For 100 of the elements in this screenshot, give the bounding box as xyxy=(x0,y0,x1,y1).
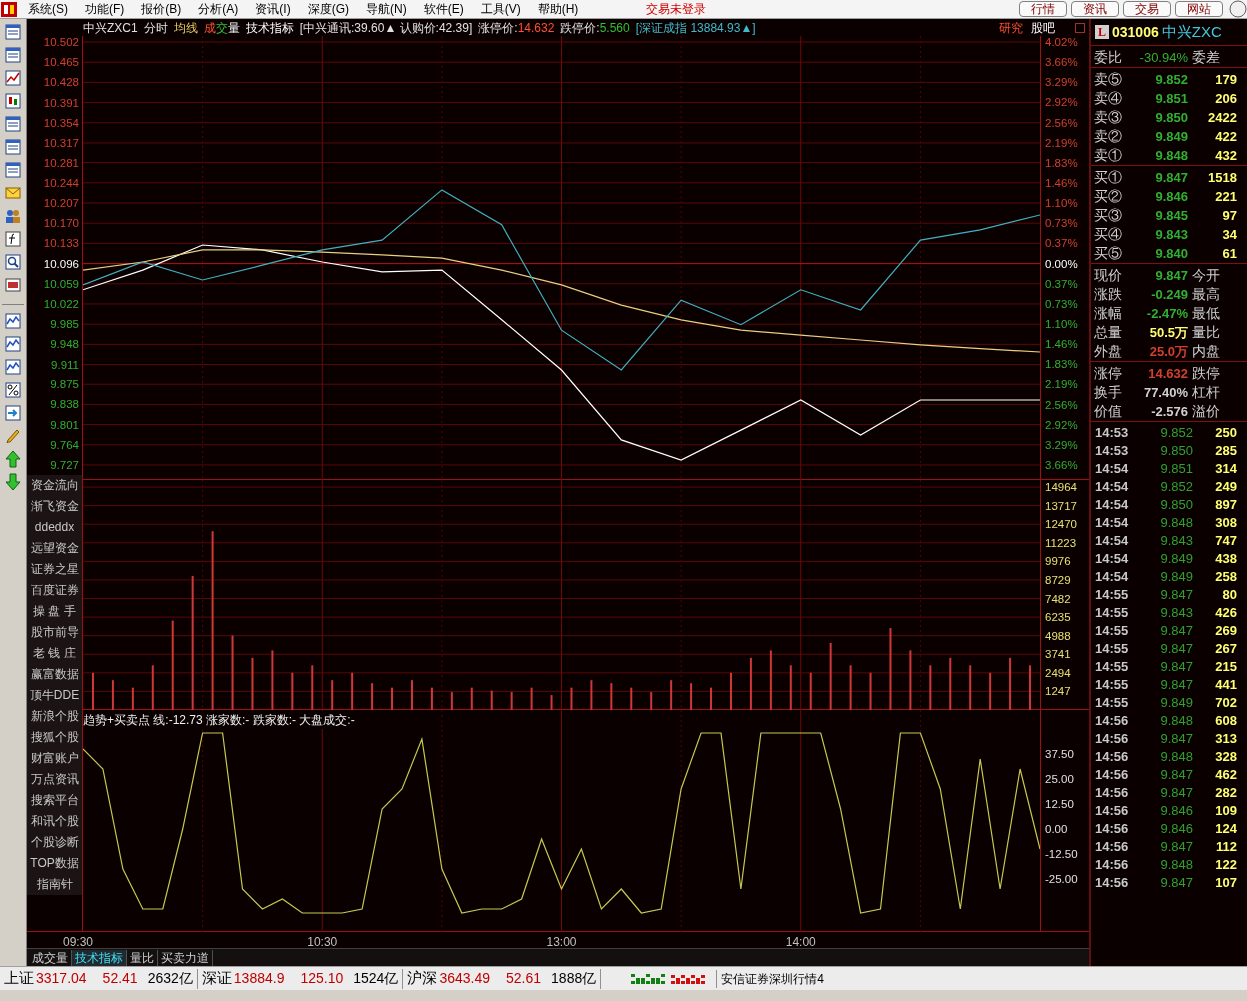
volume-label: 9976 xyxy=(1045,555,1071,568)
tick-volume: 747 xyxy=(1214,532,1237,550)
tick-time: 14:56 xyxy=(1095,820,1130,838)
tick-price: 9.843 xyxy=(1159,604,1193,622)
header-text: 分时 xyxy=(143,19,168,37)
quote-volume: 1518 xyxy=(1207,168,1237,187)
time-label: 13:00 xyxy=(546,934,577,951)
percent-label: 1.83% xyxy=(1045,358,1078,371)
tick-price: 9.847 xyxy=(1159,658,1193,676)
server-name: 安信证券深圳行情4 xyxy=(716,969,824,988)
quote-label: 买④ xyxy=(1094,225,1123,244)
tick-volume: 215 xyxy=(1214,658,1237,676)
quote-volume: 179 xyxy=(1214,70,1237,89)
index-change: 52.61 xyxy=(506,969,542,988)
quote-value: 9.843 xyxy=(1154,225,1188,244)
header-text: 交 xyxy=(215,19,228,37)
price-label: 9.985 xyxy=(50,318,79,331)
header-text: 成 xyxy=(203,19,216,37)
tick-volume: 109 xyxy=(1214,802,1237,820)
index-amount: 1524亿 xyxy=(353,969,399,988)
quote-value: 9.849 xyxy=(1154,127,1188,146)
quote-label: 卖① xyxy=(1094,146,1123,165)
tick-price: 9.848 xyxy=(1159,856,1193,874)
quote-value: 9.848 xyxy=(1154,146,1188,165)
quote-label: 价值 xyxy=(1094,402,1123,421)
time-label: 10:30 xyxy=(307,934,338,951)
tick-price: 9.846 xyxy=(1159,820,1193,838)
quote-label: 量比 xyxy=(1191,323,1221,342)
login-status: 交易未登录 xyxy=(646,1,707,18)
price-label: 10.281 xyxy=(43,156,79,169)
quote-label: 今开 xyxy=(1191,266,1221,285)
axis-label: 37.50 xyxy=(1045,748,1074,760)
quote-label: 委比 xyxy=(1094,48,1123,67)
price-label: 10.207 xyxy=(43,197,79,209)
percent-label: 2.92% xyxy=(1045,96,1078,109)
tick-price: 9.847 xyxy=(1159,586,1193,604)
price-label: 10.022 xyxy=(43,297,79,310)
tick-volume: 608 xyxy=(1214,712,1237,730)
tick-price: 9.847 xyxy=(1159,838,1193,856)
index-amount: 2632亿 xyxy=(147,969,193,988)
percent-label: 0.00% xyxy=(1045,257,1078,270)
tick-price: 9.847 xyxy=(1159,766,1193,784)
quote-value: 9.847 xyxy=(1154,168,1188,187)
axis-label: 0.00 xyxy=(1045,823,1068,835)
quote-value: 9.847 xyxy=(1154,266,1188,285)
tick-time: 14:56 xyxy=(1095,802,1130,820)
quote-value: -30.94% xyxy=(1138,48,1188,67)
percent-label: 2.19% xyxy=(1045,136,1078,149)
tick-time: 14:55 xyxy=(1095,658,1130,676)
quote-value: 50.5万 xyxy=(1148,323,1188,342)
price-label: 9.911 xyxy=(51,358,79,371)
percent-label: 3.29% xyxy=(1045,438,1078,451)
tick-price: 9.847 xyxy=(1159,784,1193,802)
tick-volume: 269 xyxy=(1214,622,1237,640)
tick-time: 14:56 xyxy=(1095,730,1130,748)
percent-label: 2.56% xyxy=(1045,116,1078,129)
tick-time: 14:56 xyxy=(1095,712,1130,730)
volume-label: 14964 xyxy=(1045,481,1077,494)
header-text: 量 xyxy=(227,19,240,37)
tick-price: 9.846 xyxy=(1159,802,1193,820)
tick-price: 9.843 xyxy=(1159,532,1193,550)
volume-label: 13717 xyxy=(1045,499,1077,512)
stock-name: 中兴ZXC xyxy=(1161,21,1222,42)
tick-volume: 258 xyxy=(1214,568,1237,586)
volume-label: 7482 xyxy=(1045,592,1071,605)
quote-label: 卖③ xyxy=(1094,108,1123,127)
quote-label: 跌停 xyxy=(1191,364,1221,383)
price-label: 10.096 xyxy=(43,257,79,270)
time-label: 09:30 xyxy=(63,934,94,951)
tick-volume: 308 xyxy=(1214,514,1237,532)
stock-code: 031006 xyxy=(1112,22,1159,42)
tick-time: 14:56 xyxy=(1095,784,1130,802)
time-label: 14:00 xyxy=(785,934,816,951)
quote-value: -2.47% xyxy=(1145,304,1188,323)
tick-volume: 107 xyxy=(1214,874,1237,892)
price-label: 10.244 xyxy=(43,176,79,189)
tick-volume: 80 xyxy=(1221,586,1237,604)
quote-label: 涨幅 xyxy=(1094,304,1123,323)
tick-volume: 441 xyxy=(1214,676,1237,694)
tick-time: 14:55 xyxy=(1095,694,1130,712)
tick-price: 9.850 xyxy=(1159,442,1193,460)
tick-price: 9.851 xyxy=(1159,460,1193,478)
percent-label: 2.56% xyxy=(1045,398,1078,411)
quote-value: 9.851 xyxy=(1154,89,1188,108)
tick-time: 14:55 xyxy=(1095,604,1130,622)
price-label: 10.391 xyxy=(43,96,79,109)
quote-label: 最高 xyxy=(1191,285,1221,304)
quote-value: 9.840 xyxy=(1154,244,1188,263)
tick-time: 14:54 xyxy=(1095,532,1130,550)
quote-label: 现价 xyxy=(1094,266,1123,285)
axis-label: -12.50 xyxy=(1045,848,1078,860)
tick-volume: 282 xyxy=(1214,784,1237,802)
tick-time: 14:56 xyxy=(1095,838,1130,856)
tick-price: 9.849 xyxy=(1159,568,1193,586)
quote-label: 卖② xyxy=(1094,127,1123,146)
quote-label: 买① xyxy=(1094,168,1123,187)
price-label: 9.727 xyxy=(50,459,79,471)
price-label: 10.354 xyxy=(43,116,79,129)
axis-label: 25.00 xyxy=(1045,773,1074,785)
percent-label: 1.10% xyxy=(1045,318,1078,330)
